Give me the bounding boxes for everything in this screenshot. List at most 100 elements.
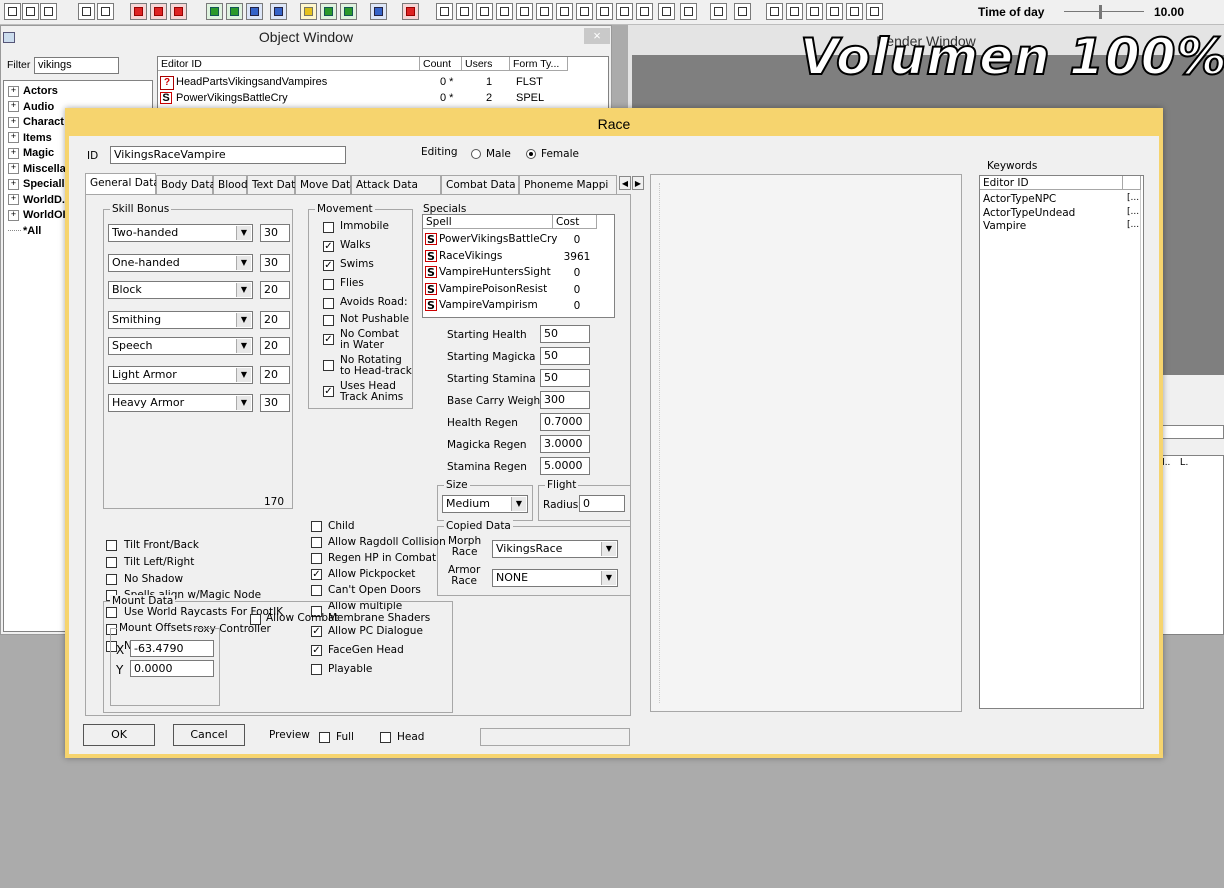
stat-input[interactable]: 50 bbox=[540, 325, 590, 343]
table-row[interactable]: S RaceVikings 3961 bbox=[425, 249, 613, 265]
flag-checkbox[interactable] bbox=[311, 553, 322, 564]
tab-body-data[interactable]: Body Data bbox=[156, 175, 216, 194]
preview-head-checkbox[interactable] bbox=[380, 732, 391, 743]
tree-item[interactable]: + Miscella bbox=[8, 163, 66, 175]
toolbar-button-icon[interactable] bbox=[826, 3, 843, 20]
time-of-day-slider[interactable] bbox=[1064, 5, 1144, 19]
skill-select[interactable]: Block ▼ bbox=[108, 281, 253, 299]
movement-checkbox[interactable] bbox=[323, 279, 334, 290]
toolbar-button-icon[interactable] bbox=[4, 3, 21, 20]
cancel-button[interactable]: Cancel bbox=[173, 724, 245, 746]
tree-item[interactable]: + Charact bbox=[8, 116, 64, 128]
toolbar-button-icon[interactable] bbox=[170, 3, 187, 20]
stat-input[interactable]: 50 bbox=[540, 369, 590, 387]
toolbar-button-icon[interactable] bbox=[516, 3, 533, 20]
preview-pane[interactable] bbox=[650, 174, 962, 712]
skill-value-input[interactable]: 20 bbox=[260, 337, 290, 355]
female-radio[interactable] bbox=[526, 149, 536, 159]
table-row[interactable]: S VampireHuntersSight 0 bbox=[425, 266, 613, 281]
expand-icon[interactable]: + bbox=[8, 178, 19, 190]
mount-y-input[interactable]: 0.0000 bbox=[130, 660, 214, 677]
tab-text-data[interactable]: Text Data bbox=[247, 175, 302, 194]
toolbar-button-icon[interactable] bbox=[734, 3, 751, 20]
tree-item[interactable]: + Audio bbox=[8, 101, 54, 113]
tab-phoneme-mappi[interactable]: Phoneme Mappi bbox=[519, 175, 617, 194]
movement-checkbox[interactable] bbox=[323, 315, 334, 326]
expand-icon[interactable]: + bbox=[8, 147, 19, 159]
toolbar-button-icon[interactable] bbox=[496, 3, 513, 20]
skill-value-input[interactable]: 30 bbox=[260, 394, 290, 412]
expand-icon[interactable]: + bbox=[8, 101, 19, 113]
toolbar-button-icon[interactable] bbox=[710, 3, 727, 20]
flag-checkbox[interactable] bbox=[311, 521, 322, 532]
col-count[interactable]: Count bbox=[420, 57, 462, 71]
movement-checkbox[interactable]: ✓ bbox=[323, 260, 334, 271]
flag-checkbox[interactable] bbox=[311, 537, 322, 548]
toolbar-button-icon[interactable] bbox=[206, 3, 223, 20]
preview-full-checkbox[interactable] bbox=[319, 732, 330, 743]
tree-item[interactable]: + WorldOI bbox=[8, 209, 66, 221]
keywords-list[interactable]: Editor ID ActorTypeNPC [... ActorTypeUndea… bbox=[979, 175, 1144, 709]
expand-icon[interactable]: + bbox=[8, 132, 19, 144]
toolbar-button-icon[interactable] bbox=[340, 3, 357, 20]
tab-general-data[interactable]: General Data bbox=[85, 173, 160, 194]
tree-item[interactable]: + Magic bbox=[8, 147, 54, 159]
expand-icon[interactable]: + bbox=[8, 116, 19, 128]
toolbar-button-icon[interactable] bbox=[370, 3, 387, 20]
tree-item[interactable]: *All bbox=[8, 225, 41, 237]
skill-value-input[interactable]: 20 bbox=[260, 281, 290, 299]
keywords-col-editor-id[interactable]: Editor ID bbox=[980, 176, 1123, 190]
stat-input[interactable]: 3.0000 bbox=[540, 435, 590, 453]
toolbar-button-icon[interactable] bbox=[300, 3, 317, 20]
object-window-close-button[interactable]: × bbox=[584, 28, 610, 44]
tab-attack-data[interactable]: Attack Data bbox=[351, 175, 441, 194]
expand-icon[interactable]: + bbox=[8, 194, 19, 206]
toolbar-button-icon[interactable] bbox=[476, 3, 493, 20]
specials-col-cost[interactable]: Cost bbox=[553, 215, 597, 229]
skill-select[interactable]: Two-handed ▼ bbox=[108, 224, 253, 242]
skill-select[interactable]: Smithing ▼ bbox=[108, 311, 253, 329]
skill-select[interactable]: Heavy Armor ▼ bbox=[108, 394, 253, 412]
mount-x-input[interactable]: -63.4790 bbox=[130, 640, 214, 657]
allow-combat-checkbox[interactable] bbox=[250, 614, 261, 625]
stat-input[interactable]: 0.7000 bbox=[540, 413, 590, 431]
tree-item[interactable]: + Actors bbox=[8, 85, 58, 97]
toolbar-button-icon[interactable] bbox=[636, 3, 653, 20]
radius-input[interactable]: 0 bbox=[579, 495, 625, 512]
skill-select[interactable]: One-handed ▼ bbox=[108, 254, 253, 272]
list-item[interactable]: ActorTypeUndead [... bbox=[982, 207, 1142, 220]
list-item[interactable]: ActorTypeNPC [... bbox=[982, 193, 1142, 206]
toolbar-button-icon[interactable] bbox=[436, 3, 453, 20]
list-item[interactable]: Vampire [... bbox=[982, 220, 1142, 233]
movement-checkbox[interactable] bbox=[323, 360, 334, 371]
table-row[interactable]: S VampireVampirism 0 bbox=[425, 299, 613, 314]
toolbar-button-icon[interactable] bbox=[616, 3, 633, 20]
skill-select[interactable]: Speech ▼ bbox=[108, 337, 253, 355]
movement-checkbox[interactable] bbox=[323, 298, 334, 309]
toolbar-button-icon[interactable] bbox=[78, 3, 95, 20]
tree-item[interactable]: + Speciall bbox=[8, 178, 65, 190]
table-row[interactable]: S PowerVikingsBattleCry 0 * 2 SPEL bbox=[160, 91, 600, 106]
skill-value-input[interactable]: 30 bbox=[260, 224, 290, 242]
expand-icon[interactable]: + bbox=[8, 163, 19, 175]
toolbar-button-icon[interactable] bbox=[270, 3, 287, 20]
col-editor-id[interactable]: Editor ID bbox=[158, 57, 420, 71]
morph-race-select[interactable]: VikingsRace ▼ bbox=[492, 540, 618, 558]
skill-value-input[interactable]: 20 bbox=[260, 311, 290, 329]
specials-list[interactable]: Spell Cost S PowerVikingsBattleCry 0 S RaceV… bbox=[422, 214, 615, 318]
skill-value-input[interactable]: 30 bbox=[260, 254, 290, 272]
movement-checkbox[interactable] bbox=[323, 222, 334, 233]
tree-item[interactable]: + WorldD. bbox=[8, 194, 65, 206]
toolbar-button-icon[interactable] bbox=[402, 3, 419, 20]
slider-thumb[interactable] bbox=[1099, 5, 1102, 19]
toolbar-button-icon[interactable] bbox=[40, 3, 57, 20]
flag-checkbox[interactable] bbox=[106, 556, 117, 568]
male-radio[interactable] bbox=[471, 149, 481, 159]
filter-input[interactable]: vikings bbox=[34, 57, 119, 74]
toolbar-button-icon[interactable] bbox=[320, 3, 337, 20]
skill-select[interactable]: Light Armor ▼ bbox=[108, 366, 253, 384]
tab-blood[interactable]: Blood bbox=[213, 175, 248, 194]
expand-icon[interactable]: + bbox=[8, 209, 19, 221]
toolbar-button-icon[interactable] bbox=[806, 3, 823, 20]
tab-combat-data[interactable]: Combat Data bbox=[441, 175, 519, 194]
